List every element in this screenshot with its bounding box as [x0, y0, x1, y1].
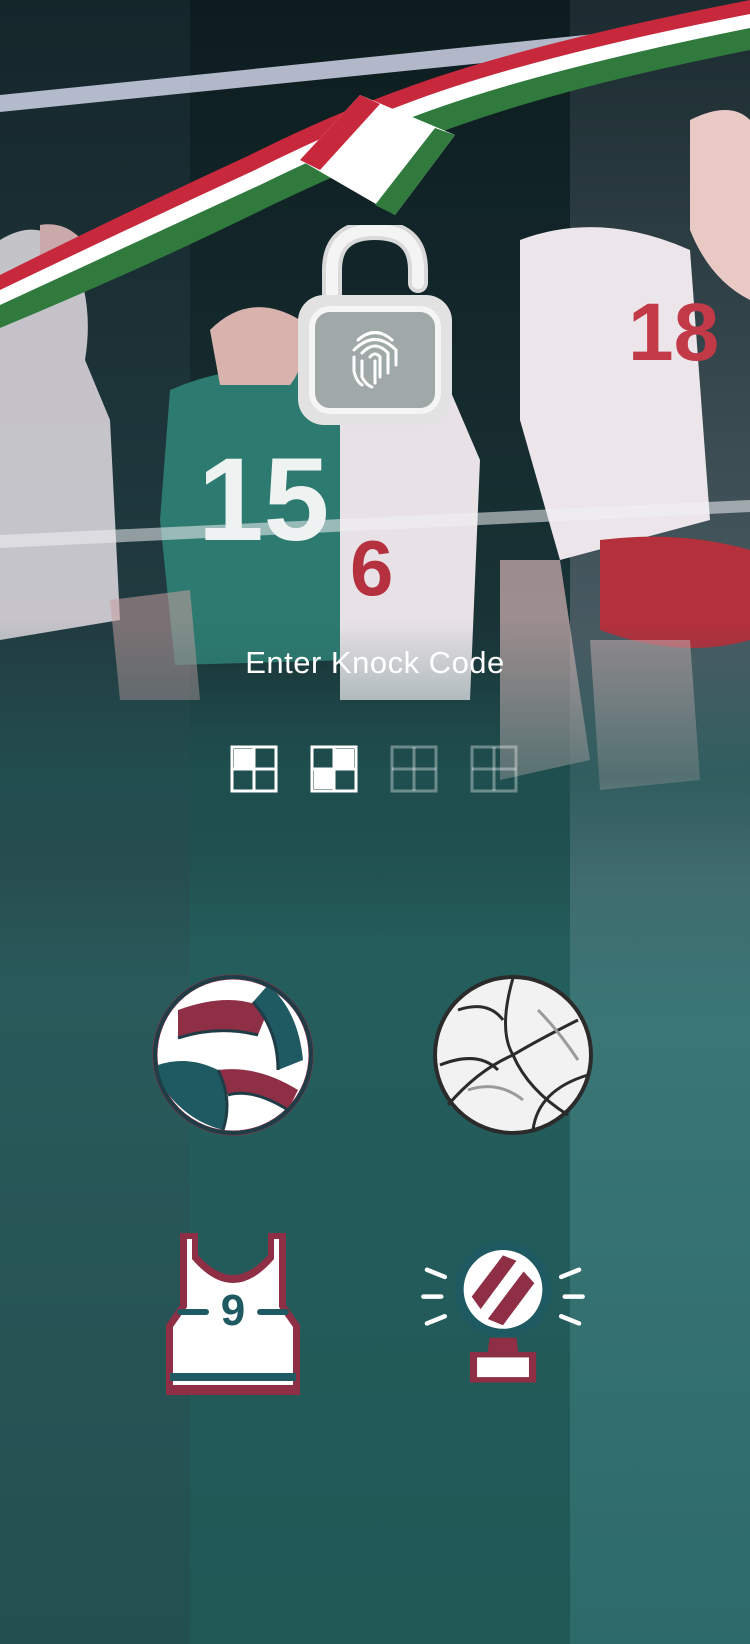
- knock-tile-bottom-right[interactable]: [418, 1225, 588, 1395]
- jersey-number-label: 9: [221, 1286, 245, 1335]
- knock-tile-top-right[interactable]: [428, 970, 598, 1140]
- knock-code-prompt: Enter Knock Code: [245, 645, 505, 680]
- lock-screen: 15 6 18 Enter Knock Code 9: [0, 0, 750, 1644]
- knock-indicator-2-filled-icon: [310, 745, 358, 793]
- bg-jersey-number-15: 15: [198, 434, 329, 566]
- knock-tile-bottom-left[interactable]: 9: [148, 1225, 318, 1395]
- volleyball-white-icon: [433, 975, 593, 1135]
- knock-tile-top-left[interactable]: [148, 970, 318, 1140]
- bg-jersey-number-18: 18: [628, 287, 719, 378]
- bg-jersey-number-6: 6: [350, 524, 393, 612]
- jersey-number-9-icon: 9: [166, 1233, 300, 1395]
- volleyball-trophy-icon: [421, 1241, 585, 1383]
- knock-indicator-3-empty-icon: [390, 745, 438, 793]
- padlock-fingerprint-icon: [298, 225, 452, 425]
- knock-indicator-4-empty-icon: [470, 745, 518, 793]
- knock-indicator-1-filled-icon: [230, 745, 278, 793]
- volleyball-maroon-teal-icon: [152, 974, 314, 1136]
- knock-code-progress: [230, 745, 520, 793]
